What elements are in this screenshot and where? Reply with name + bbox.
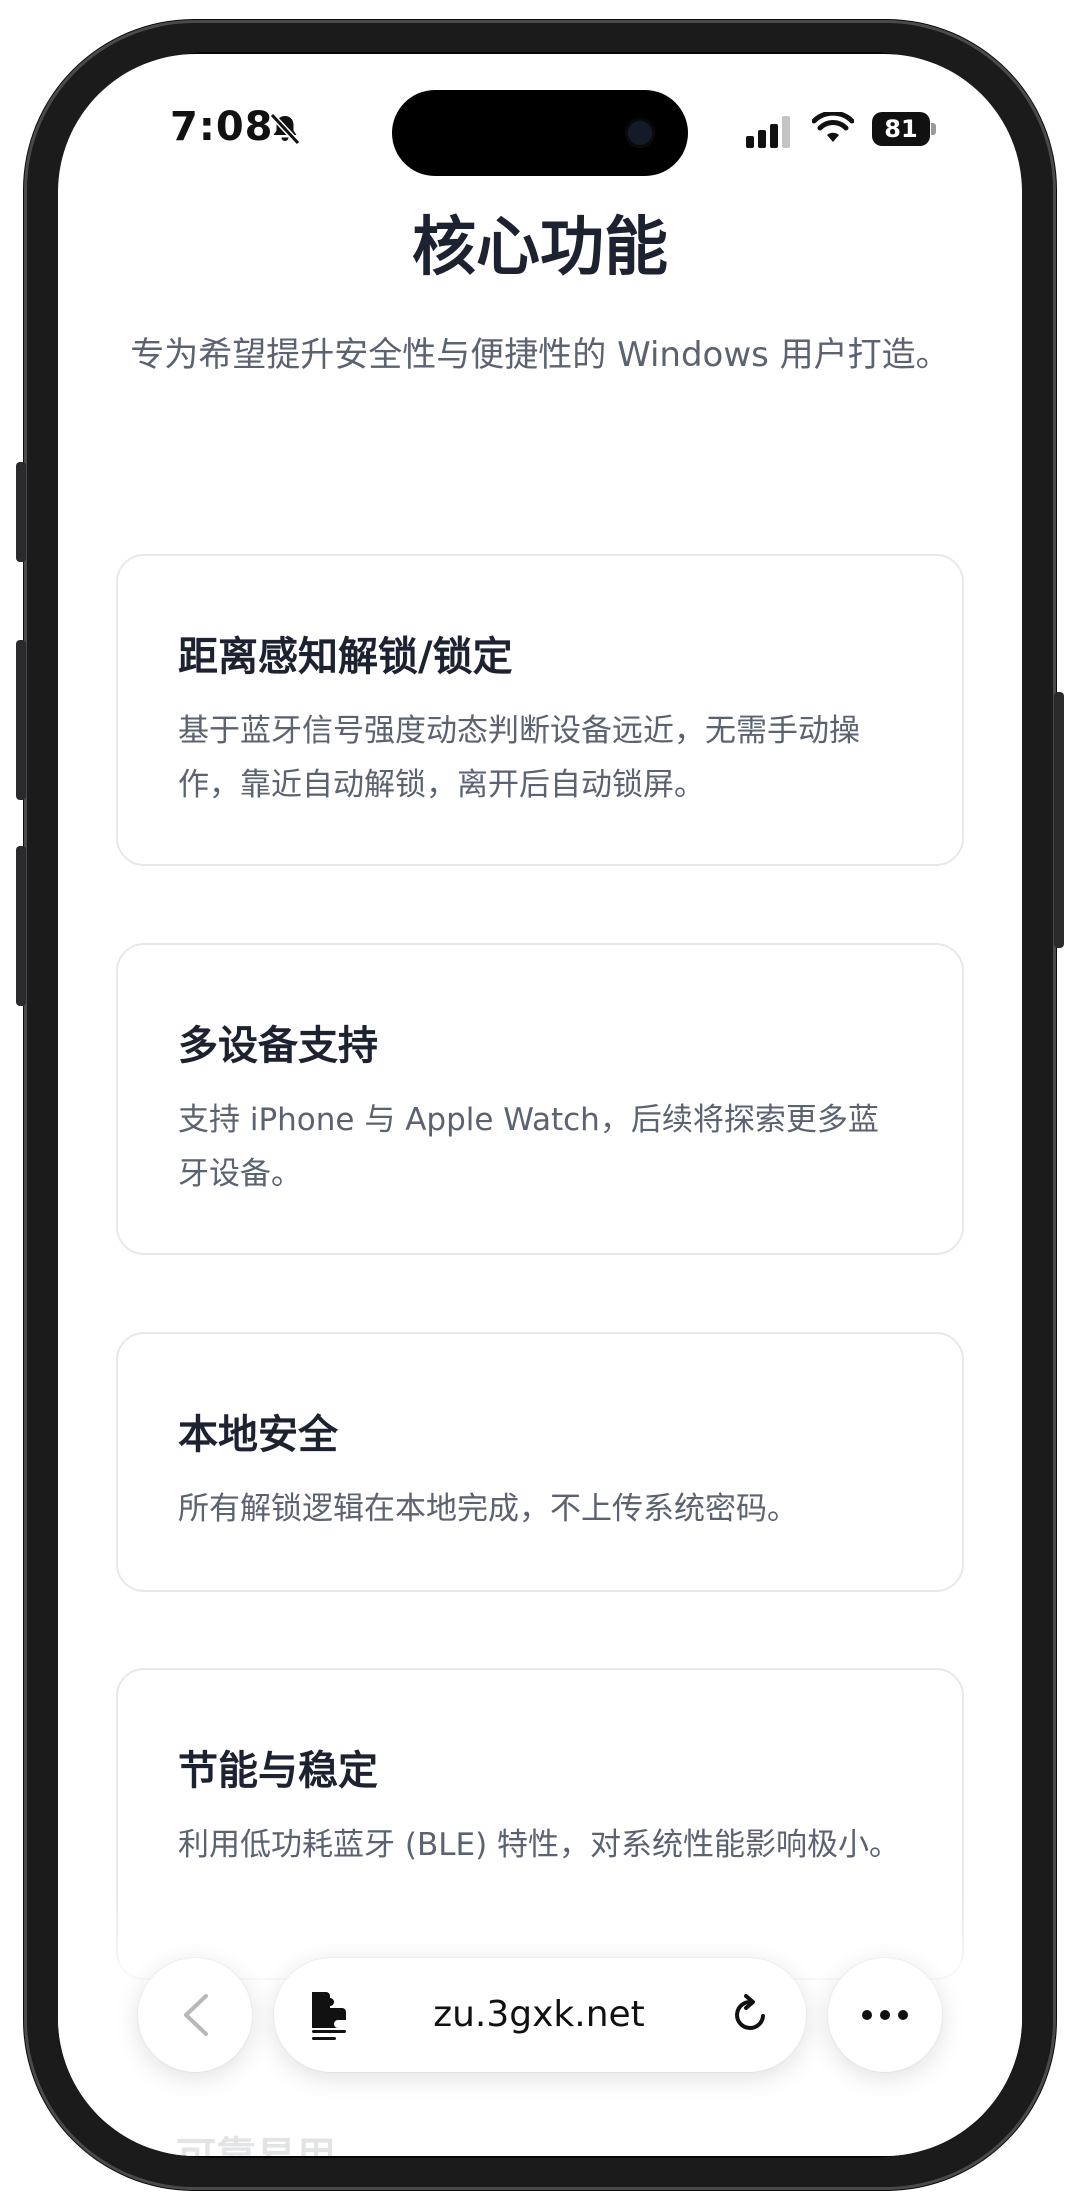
battery-cap	[931, 123, 936, 135]
reload-icon[interactable]	[730, 1994, 772, 2036]
feature-card-description: 利用低功耗蓝牙 (BLE) 特性，对系统性能影响极小。	[178, 1827, 901, 1863]
status-time: 7:08	[170, 104, 274, 150]
feature-card-title: 多设备支持	[178, 1023, 378, 1069]
volume-down-button	[16, 846, 26, 1006]
feature-card-description: 所有解锁逻辑在本地完成，不上传系统密码。	[178, 1491, 798, 1527]
address-bar[interactable]: zu.3gxk.net	[274, 1958, 806, 2072]
camera-icon	[628, 121, 652, 145]
more-button[interactable]	[828, 1958, 942, 2072]
page-title: 核心功能	[412, 211, 668, 285]
battery-icon: 81	[872, 112, 936, 146]
battery-level: 81	[872, 112, 930, 146]
more-dots-icon	[862, 2010, 908, 2020]
status-bar: 7:08 81	[58, 54, 1022, 194]
feature-card-local-security: 本地安全 所有解锁逻辑在本地完成，不上传系统密码。	[116, 1332, 964, 1592]
next-section-title: 可靠易用	[176, 2124, 336, 2156]
wifi-icon	[812, 112, 854, 142]
action-button	[16, 462, 26, 562]
chevron-left-icon	[184, 1994, 208, 2036]
power-button	[1054, 692, 1064, 948]
signal-icon	[746, 116, 790, 148]
feature-card-multi-device: 多设备支持 支持 iPhone 与 Apple Watch，后续将探索更多蓝牙设…	[116, 943, 964, 1255]
bell-slash-icon	[269, 112, 301, 146]
volume-up-button	[16, 640, 26, 800]
feature-card-title: 距离感知解锁/锁定	[178, 634, 513, 680]
url-text[interactable]: zu.3gxk.net	[374, 1958, 704, 2072]
feature-card-proximity: 距离感知解锁/锁定 基于蓝牙信号强度动态判断设备远近，无需手动操作，靠近自动解锁…	[116, 554, 964, 866]
feature-card-description: 支持 iPhone 与 Apple Watch，后续将探索更多蓝牙设备。	[178, 1102, 879, 1192]
feature-card-title: 节能与稳定	[178, 1748, 378, 1794]
feature-card-description: 基于蓝牙信号强度动态判断设备远近，无需手动操作，靠近自动解锁，离开后自动锁屏。	[178, 713, 860, 803]
back-button[interactable]	[138, 1958, 252, 2072]
screen: 7:08 81 核心功能 专为希望提升安全性与便捷性的 Windows 用户打造	[58, 54, 1022, 2156]
reader-icon[interactable]	[308, 1988, 350, 2042]
page-subtitle: 专为希望提升安全性与便捷性的 Windows 用户打造。	[130, 335, 950, 375]
dynamic-island	[392, 90, 688, 176]
feature-card-title: 本地安全	[178, 1412, 338, 1458]
